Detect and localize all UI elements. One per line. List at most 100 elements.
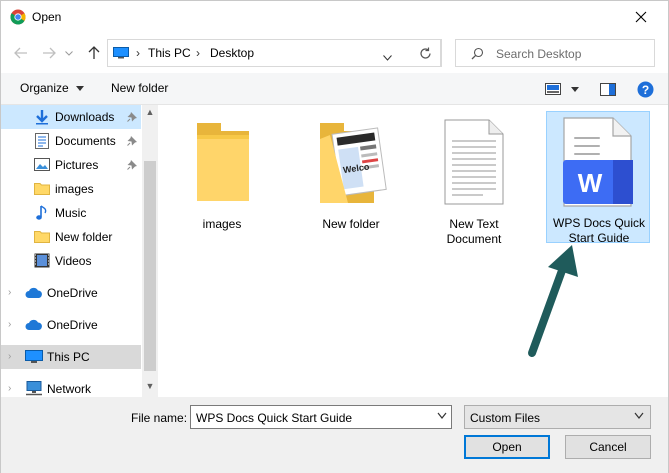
breadcrumb-desktop[interactable]: Desktop <box>210 46 254 60</box>
breadcrumb-separator: › <box>196 46 200 60</box>
refresh-icon <box>420 47 431 59</box>
file-name-input[interactable]: WPS Docs Quick Start Guide <box>190 405 452 429</box>
sidebar-item-label: Videos <box>55 254 92 268</box>
text-document-icon <box>444 119 504 205</box>
arrow-left-icon <box>14 47 27 59</box>
help-button[interactable]: ? <box>637 79 654 99</box>
chevron-down-icon <box>383 55 392 61</box>
sidebar-item-music[interactable]: Music <box>1 201 141 225</box>
annotation-arrow-icon <box>528 245 578 357</box>
folder-icon <box>197 123 249 201</box>
file-type-select[interactable]: Custom Files <box>464 405 651 429</box>
sidebar-item-pictures[interactable]: Pictures <box>1 153 141 177</box>
expand-chevron-icon[interactable]: › <box>8 351 11 362</box>
scrollbar-thumb[interactable] <box>144 161 156 371</box>
cancel-button[interactable]: Cancel <box>565 435 651 459</box>
documents-icon <box>35 133 49 149</box>
up-button[interactable] <box>84 43 104 63</box>
chevron-down-icon[interactable] <box>437 412 447 420</box>
sidebar-item-label: images <box>55 182 94 196</box>
sidebar-item-downloads[interactable]: Downloads <box>1 105 141 129</box>
address-dropdown[interactable] <box>383 50 392 64</box>
change-view-button[interactable] <box>545 79 561 99</box>
sidebar-item-label: Documents <box>55 134 116 148</box>
forward-button[interactable] <box>39 43 59 63</box>
expand-chevron-icon[interactable]: › <box>8 287 11 298</box>
refresh-button[interactable] <box>411 39 441 67</box>
pin-icon <box>127 160 137 170</box>
expand-chevron-icon[interactable]: › <box>8 383 11 394</box>
new-folder-button[interactable]: New folder <box>111 81 168 95</box>
sidebar-item-documents[interactable]: Documents <box>1 129 141 153</box>
window-title: Open <box>32 10 62 24</box>
breadcrumb-separator: › <box>136 46 140 60</box>
cloud-icon <box>25 287 42 298</box>
file-item-new-text-document[interactable]: New Text Document <box>423 113 525 246</box>
help-icon: ? <box>637 81 654 97</box>
sidebar-item-this-pc[interactable]: › This PC <box>1 345 141 369</box>
dialog-footer: File name: WPS Docs Quick Start Guide Cu… <box>1 397 668 473</box>
sidebar-item-onedrive[interactable]: › OneDrive <box>1 281 141 305</box>
organize-button[interactable]: Organize <box>20 81 84 95</box>
sidebar-item-label: New folder <box>55 230 113 244</box>
navigation-scrollbar[interactable]: ▲ ▼ <box>142 105 158 397</box>
close-button[interactable] <box>627 5 655 29</box>
command-bar: Organize New folder ? <box>1 73 668 105</box>
expand-chevron-icon[interactable]: › <box>8 319 11 330</box>
computer-icon <box>25 350 43 363</box>
open-dialog: Open › This PC › Desktop Search Desktop … <box>0 0 669 473</box>
arrow-right-icon <box>43 47 56 59</box>
cloud-icon <box>25 319 42 330</box>
view-options-dropdown[interactable] <box>571 79 579 99</box>
file-name: WPS Docs Quick Start Guide <box>553 216 646 245</box>
sidebar-item-new-folder[interactable]: New folder <box>1 225 141 249</box>
wps-document-icon: W <box>563 117 633 207</box>
file-item-images[interactable]: images <box>171 113 273 243</box>
back-button[interactable] <box>11 43 31 63</box>
breadcrumb-this-pc[interactable]: This PC <box>148 46 191 60</box>
file-name: images <box>202 217 242 231</box>
navigation-bar: › This PC › Desktop Search Desktop <box>1 33 668 73</box>
sidebar-item-images[interactable]: images <box>1 177 141 201</box>
file-name-label: File name: <box>131 411 188 425</box>
address-bar[interactable]: › This PC › Desktop <box>107 39 442 67</box>
search-icon <box>471 47 484 60</box>
file-type-value: Custom Files <box>470 411 541 425</box>
svg-text:W: W <box>578 168 603 198</box>
preview-pane-button[interactable] <box>600 79 616 99</box>
file-name: New folder <box>322 217 380 231</box>
open-button[interactable]: Open <box>464 435 550 459</box>
file-name: New Text Document <box>446 217 502 246</box>
view-icon <box>545 83 561 95</box>
chrome-icon <box>10 9 26 25</box>
title-bar: Open <box>1 1 668 33</box>
preview-pane-icon <box>600 82 616 96</box>
sidebar-item-label: OneDrive <box>47 318 98 332</box>
pictures-icon <box>34 158 50 171</box>
scroll-down-button[interactable]: ▼ <box>144 381 156 395</box>
pin-icon <box>127 112 137 122</box>
file-item-wps-docs-quick-start-guide[interactable]: W WPS Docs Quick Start Guide <box>546 111 650 245</box>
pin-icon <box>127 136 137 146</box>
sidebar-item-label: Pictures <box>55 158 99 172</box>
file-item-new-folder[interactable]: Welco New folder <box>300 113 402 243</box>
chevron-down-icon <box>65 50 73 56</box>
sidebar-item-onedrive-2[interactable]: › OneDrive <box>1 313 141 337</box>
sidebar-item-label: Network <box>47 382 92 396</box>
sidebar-item-label: This PC <box>47 350 90 364</box>
sidebar-item-label: Downloads <box>55 110 115 124</box>
organize-label: Organize <box>20 81 69 95</box>
sidebar-item-videos[interactable]: Videos <box>1 249 141 273</box>
file-list[interactable]: images Welco New folder New Text Documen… <box>158 105 668 397</box>
svg-text:?: ? <box>642 83 649 97</box>
folder-icon <box>34 231 50 243</box>
navigation-pane[interactable]: Downloads Documents Pictures images Musi… <box>1 105 158 397</box>
sidebar-item-label: OneDrive <box>47 286 98 300</box>
recent-locations-button[interactable] <box>63 43 75 63</box>
music-icon <box>36 205 47 220</box>
caret-down-icon <box>571 86 579 92</box>
search-box[interactable]: Search Desktop <box>455 39 655 67</box>
sidebar-item-network[interactable]: › Network <box>1 377 141 397</box>
file-name-value: WPS Docs Quick Start Guide <box>196 411 353 425</box>
scroll-up-button[interactable]: ▲ <box>144 107 156 121</box>
